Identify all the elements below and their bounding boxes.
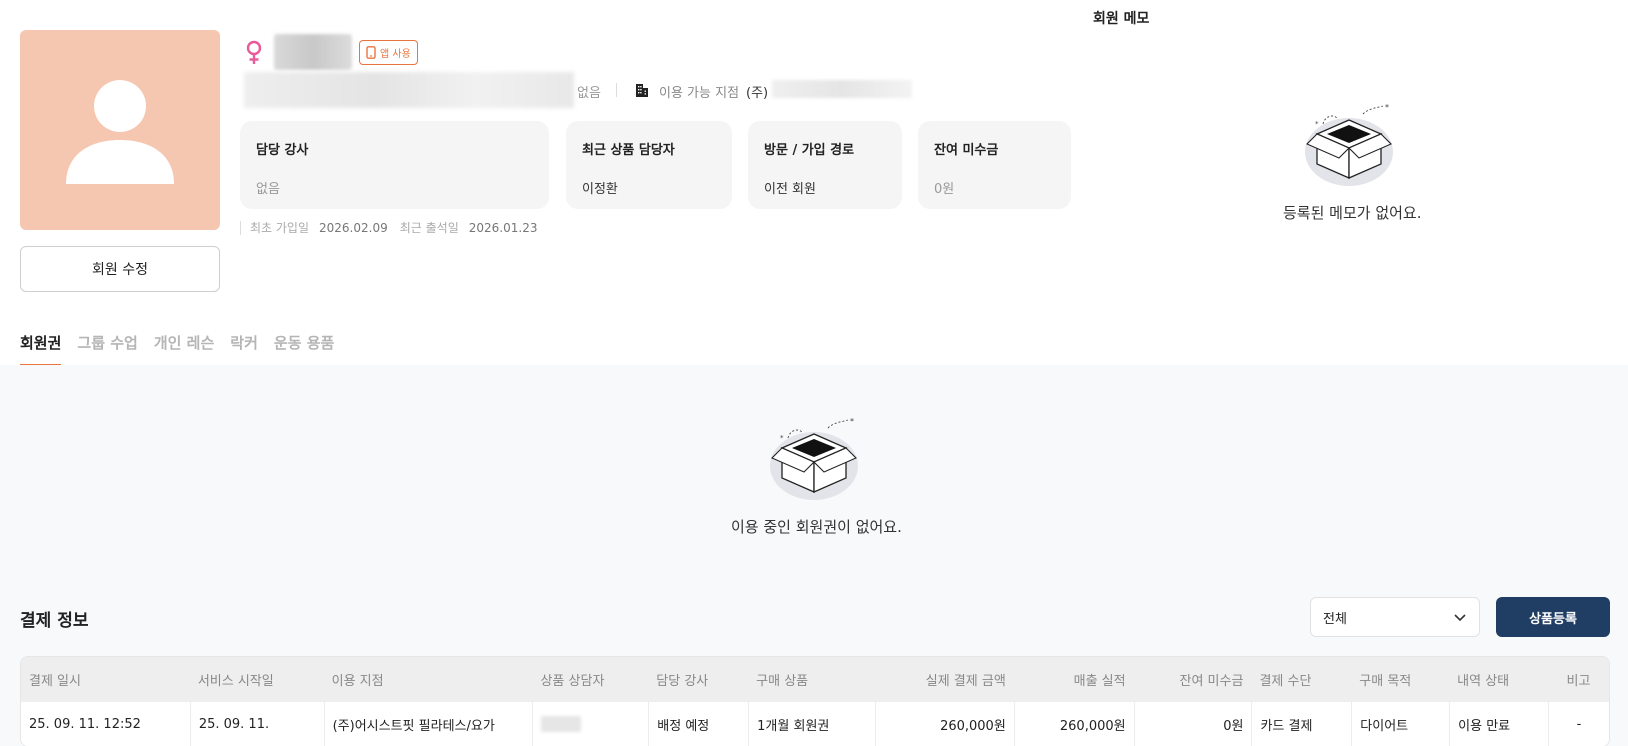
available-branch-prefix: (주) xyxy=(746,86,769,101)
card-title: 담당 강사 xyxy=(256,143,309,158)
female-icon xyxy=(246,40,262,64)
payment-filter-select[interactable]: 전체 xyxy=(1310,597,1480,637)
product-consultant xyxy=(532,702,649,746)
column-header: 결제 일시 xyxy=(21,657,190,702)
member-tabs: 회원권 그룹 수업 개인 레슨 락커 운동 용품 xyxy=(20,330,335,366)
member-avatar xyxy=(20,30,220,230)
memo-empty-message: 등록된 메모가 없어요. xyxy=(1283,204,1422,222)
column-header: 상품 상담자 xyxy=(532,657,649,702)
column-header: 매출 실적 xyxy=(1013,657,1134,702)
payment-method: 카드 결제 xyxy=(1251,702,1352,746)
table-header-row: 결제 일시 서비스 시작일 이용 지점 상품 상담자 담당 강사 구매 상품 실… xyxy=(21,657,1609,702)
first-join-label: 최초 가입일 xyxy=(250,221,310,235)
available-branch-redacted xyxy=(772,80,912,98)
card-value: 이전 회원 xyxy=(764,182,816,197)
app-usage-label: 앱 사용 xyxy=(380,49,411,60)
svg-text:*: * xyxy=(780,434,784,442)
payment-section-title: 결제 정보 xyxy=(20,611,89,631)
outstanding-amount: 0원 xyxy=(1133,702,1252,746)
column-header: 담당 강사 xyxy=(648,657,749,702)
register-product-button[interactable]: 상품등록 xyxy=(1496,597,1610,637)
card-title: 잔여 미수금 xyxy=(934,143,999,158)
card-visit-path: 방문 / 가입 경로 이전 회원 xyxy=(748,121,902,209)
app-usage-badge: 앱 사용 xyxy=(359,40,418,65)
first-join-date: 2026.02.09 xyxy=(319,220,388,235)
card-value: 없음 xyxy=(256,182,280,197)
column-header: 잔여 미수금 xyxy=(1133,657,1252,702)
divider xyxy=(616,83,617,97)
card-value: 이정환 xyxy=(582,182,618,197)
column-header: 비고 xyxy=(1548,657,1609,702)
divider xyxy=(240,220,241,235)
card-recent-product-manager: 최근 상품 담당자 이정환 xyxy=(566,121,732,209)
tab-membership[interactable]: 회원권 xyxy=(20,330,62,366)
remarks: - xyxy=(1548,702,1609,746)
memo-title: 회원 메모 xyxy=(1093,11,1150,27)
payment-filter-value: 전체 xyxy=(1323,611,1347,627)
tab-sports-goods[interactable]: 운동 용품 xyxy=(274,330,334,365)
member-name-redacted xyxy=(274,34,352,70)
phone-icon xyxy=(366,46,376,59)
svg-text:*: * xyxy=(1315,120,1319,128)
chevron-down-icon xyxy=(1454,614,1466,622)
column-header: 내역 상태 xyxy=(1449,657,1549,702)
card-instructor: 담당 강사 없음 xyxy=(240,121,549,209)
sales-performance: 260,000원 xyxy=(1013,702,1134,746)
history-status: 이용 만료 xyxy=(1449,702,1549,746)
instructor: 배정 예정 xyxy=(648,702,749,746)
tab-private-lesson[interactable]: 개인 레슨 xyxy=(154,330,214,365)
branch-name: (주)어시스트핏 필라테스/요가 xyxy=(323,702,533,746)
membership-empty-message: 이용 중인 회원권이 없어요. xyxy=(731,518,902,536)
last-visit-date: 2026.01.23 xyxy=(468,220,538,235)
consultant-redacted xyxy=(541,716,582,732)
contact-info-redacted xyxy=(244,72,574,108)
column-header: 구매 상품 xyxy=(748,657,875,702)
edit-member-button[interactable]: 회원 수정 xyxy=(20,246,220,292)
svg-text:*: * xyxy=(850,418,854,426)
column-header: 서비스 시작일 xyxy=(189,657,324,702)
card-title: 방문 / 가입 경로 xyxy=(764,143,855,158)
column-header: 결제 수단 xyxy=(1251,657,1352,702)
contact-none-text: 없음 xyxy=(577,86,601,101)
available-branch-label: 이용 가능 지점 xyxy=(659,86,740,101)
purchase-purpose: 다이어트 xyxy=(1351,702,1450,746)
last-visit-label: 최근 출석일 xyxy=(399,221,459,235)
payment-table: 결제 일시 서비스 시작일 이용 지점 상품 상담자 담당 강사 구매 상품 실… xyxy=(20,656,1610,746)
actual-payment-amount: 260,000원 xyxy=(874,702,1014,746)
svg-text:*: * xyxy=(1385,104,1389,112)
empty-box-illustration: * * xyxy=(1305,104,1393,186)
column-header: 실제 결제 금액 xyxy=(874,657,1014,702)
empty-box-illustration: * * xyxy=(770,418,858,500)
column-header: 이용 지점 xyxy=(323,657,533,702)
column-header: 구매 목적 xyxy=(1351,657,1450,702)
card-outstanding-balance: 잔여 미수금 0원 xyxy=(918,121,1071,209)
tab-locker[interactable]: 락커 xyxy=(230,330,258,365)
user-silhouette-icon xyxy=(66,80,174,184)
table-row[interactable]: 25. 09. 11. 12:52 25. 09. 11. (주)어시스트핏 필… xyxy=(21,702,1609,746)
card-value: 0원 xyxy=(934,182,955,197)
payment-datetime: 25. 09. 11. 12:52 xyxy=(21,702,190,746)
service-start-date: 25. 09. 11. xyxy=(189,702,324,746)
tab-group-class[interactable]: 그룹 수업 xyxy=(77,330,137,365)
card-title: 최근 상품 담당자 xyxy=(582,143,675,158)
building-icon xyxy=(636,84,648,97)
member-dates: 최초 가입일 2026.02.09 최근 출석일 2026.01.23 xyxy=(240,219,549,236)
purchased-product: 1개월 회원권 xyxy=(748,702,875,746)
